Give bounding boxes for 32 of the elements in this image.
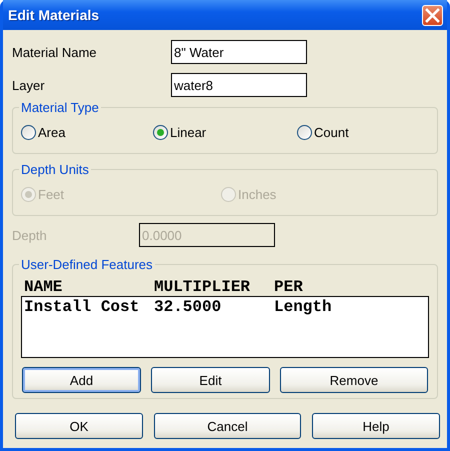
column-header: NAME: [24, 278, 62, 296]
radio-button[interactable]: [297, 124, 312, 140]
field-label: Layer: [12, 78, 46, 92]
list-cell: Install Cost: [24, 298, 140, 316]
radio-button[interactable]: [153, 124, 168, 140]
radio-label: Linear: [170, 124, 206, 140]
edit-button[interactable]: Edit: [151, 367, 270, 393]
radio-button[interactable]: [21, 124, 36, 140]
add-button[interactable]: Add: [22, 367, 141, 393]
cancel-button[interactable]: Cancel: [154, 413, 301, 439]
close-button[interactable]: [422, 4, 443, 26]
group-legend: User-Defined Features: [19, 257, 154, 272]
ok-button[interactable]: OK: [15, 413, 143, 439]
list-cell: 32.5000: [154, 298, 222, 316]
close-icon: [425, 8, 440, 22]
radio-label: Count: [314, 124, 349, 140]
remove-button[interactable]: Remove: [280, 367, 428, 393]
list-cell: Length: [274, 298, 332, 316]
text-field[interactable]: water8: [171, 73, 307, 97]
group-legend: Depth Units: [19, 162, 91, 177]
field-label: Depth: [12, 228, 48, 242]
radio-label: Feet: [38, 186, 64, 202]
column-header: MULTIPLIER: [154, 278, 250, 296]
features-list[interactable]: Install Cost 32.5000 Length: [21, 296, 429, 358]
radio-label: Inches: [238, 186, 276, 202]
help-button[interactable]: Help: [312, 413, 440, 439]
field-label: Material Name: [12, 44, 98, 60]
window-title: Edit Materials: [8, 7, 100, 23]
radio-label: Area: [38, 124, 66, 140]
text-field[interactable]: 8" Water: [171, 40, 307, 64]
group-legend: Material Type: [19, 100, 101, 115]
column-header: PER: [274, 278, 303, 296]
